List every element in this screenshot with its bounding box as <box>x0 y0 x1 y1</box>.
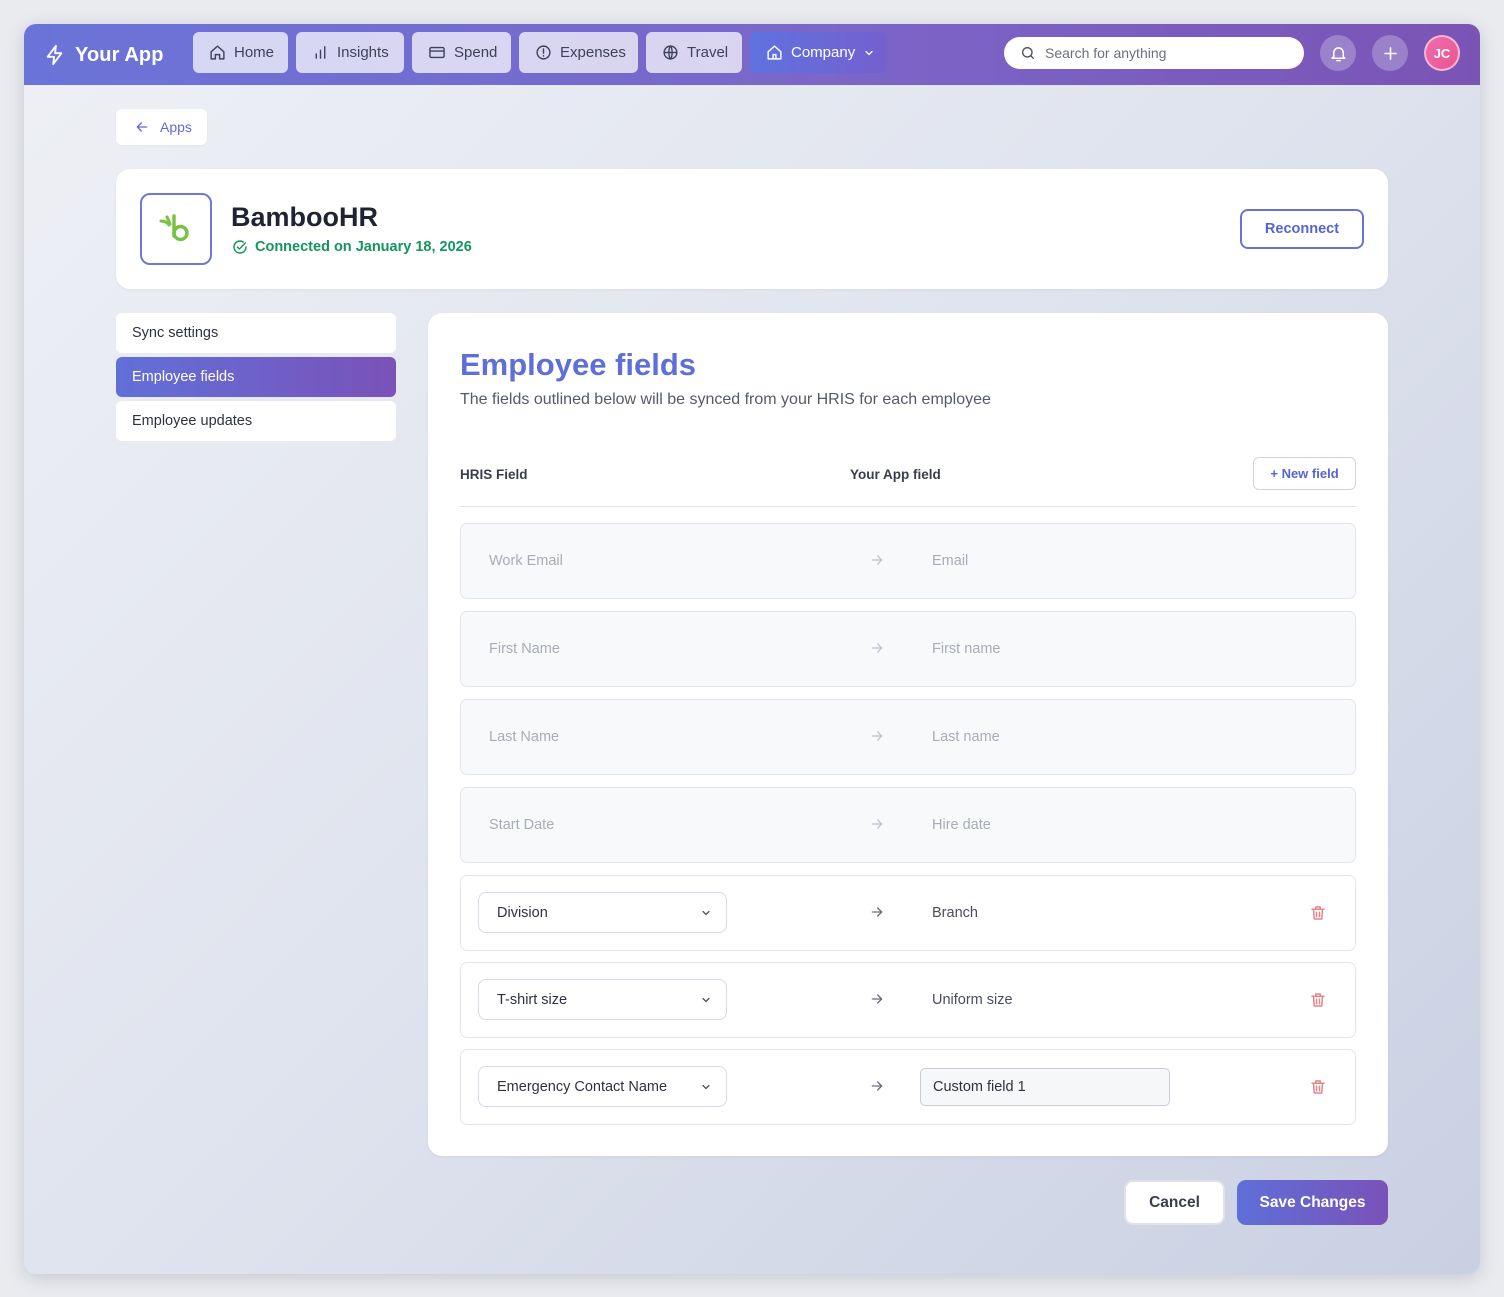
bolt-icon <box>46 44 63 66</box>
trash-icon[interactable] <box>1309 904 1327 922</box>
trash-icon[interactable] <box>1309 1078 1327 1096</box>
chevron-down-icon <box>702 1084 710 1090</box>
nav-travel-label: Travel <box>687 44 729 61</box>
field-mapping-row: Last Name Last name <box>460 699 1356 775</box>
cancel-button[interactable]: Cancel <box>1124 1180 1225 1225</box>
nav-spend-label: Spend <box>454 44 498 61</box>
arrow-right-icon <box>871 731 883 741</box>
chevron-down-icon <box>702 997 710 1003</box>
nav-spend-button[interactable]: Spend <box>412 32 511 73</box>
alert-circle-icon <box>536 45 551 60</box>
sidebar-item-employee-updates[interactable]: Employee updates <box>116 401 396 441</box>
user-avatar[interactable]: JC <box>1424 35 1460 71</box>
app-field-label: First name <box>932 641 1001 657</box>
home-icon <box>210 45 225 60</box>
hris-field-select-value: Division <box>497 904 548 921</box>
nav-home-button[interactable]: Home <box>193 32 288 73</box>
hris-field-label: First Name <box>489 641 560 657</box>
credit-card-icon <box>429 46 445 59</box>
plus-icon <box>1383 46 1397 60</box>
bar-chart-icon <box>315 46 326 59</box>
hris-field-select-value: Emergency Contact Name <box>497 1078 668 1095</box>
check-circle-icon <box>233 240 247 254</box>
app-field-input[interactable] <box>920 1068 1170 1106</box>
hris-field-select[interactable]: T-shirt size <box>478 979 727 1020</box>
column-header-app: Your App field <box>850 467 941 482</box>
arrow-right-icon <box>871 1081 883 1091</box>
nav-expenses-button[interactable]: Expenses <box>519 32 638 73</box>
app-field-label: Hire date <box>932 817 991 833</box>
save-changes-button[interactable]: Save Changes <box>1237 1180 1388 1225</box>
sidebar-item-sync-settings[interactable]: Sync settings <box>116 313 396 353</box>
header-divider <box>460 506 1356 507</box>
app-field-label: Uniform size <box>932 992 1013 1008</box>
hris-field-select[interactable]: Division <box>478 892 727 933</box>
back-label: Apps <box>160 119 192 135</box>
app-field-label: Branch <box>932 905 978 921</box>
arrow-left-icon <box>136 122 148 132</box>
field-mapping-row: Work Email Email <box>460 523 1356 599</box>
hris-field-label: Last Name <box>489 729 560 745</box>
bell-icon <box>1330 46 1346 61</box>
nav-travel-button[interactable]: Travel <box>646 32 742 73</box>
page-title: Employee fields <box>460 347 697 382</box>
top-navigation-bar: Your App Home Insights Spend Expenses Tr… <box>24 24 1480 85</box>
arrow-right-icon <box>871 994 883 1004</box>
app-title: Your App <box>75 43 164 66</box>
nav-home-label: Home <box>234 44 275 61</box>
create-button[interactable] <box>1372 35 1408 71</box>
nav-insights-label: Insights <box>337 44 389 61</box>
connection-status-text: Connected on January 18, 2026 <box>255 239 472 255</box>
back-to-apps-button[interactable]: Apps <box>116 109 207 145</box>
connection-status: Connected on January 18, 2026 <box>232 239 472 255</box>
hris-field-label: Work Email <box>489 553 563 569</box>
hris-field-select[interactable]: Emergency Contact Name <box>478 1066 727 1107</box>
bamboohr-logo-icon <box>159 214 189 242</box>
new-field-button[interactable]: + New field <box>1253 457 1356 490</box>
nav-company-label: Company <box>791 44 856 61</box>
search-icon <box>1021 47 1034 59</box>
app-field-label: Last name <box>932 729 1000 745</box>
arrow-right-icon <box>871 555 883 565</box>
arrow-right-icon <box>871 643 883 653</box>
notifications-button[interactable] <box>1320 35 1356 71</box>
sidebar-item-employee-fields[interactable]: Employee fields <box>116 357 396 397</box>
field-mapping-row: Emergency Contact Name <box>460 1049 1356 1125</box>
nav-expenses-label: Expenses <box>560 44 626 61</box>
integration-header-card: BambooHR Connected on January 18, 2026 R… <box>116 169 1388 289</box>
page-subtitle: The fields outlined below will be synced… <box>460 391 991 408</box>
chevron-down-icon <box>702 910 710 916</box>
field-mapping-row: Start Date Hire date <box>460 787 1356 863</box>
trash-icon[interactable] <box>1309 991 1327 1009</box>
field-mapping-row: Division Branch <box>460 875 1356 951</box>
field-mapping-row: First Name First name <box>460 611 1356 687</box>
bamboohr-logo <box>140 193 212 265</box>
chevron-down-icon <box>865 50 873 55</box>
column-header-hris: HRIS Field <box>460 467 528 482</box>
field-mapping-row: T-shirt size Uniform size <box>460 962 1356 1038</box>
reconnect-button[interactable]: Reconnect <box>1240 209 1364 249</box>
integration-name: BambooHR <box>231 202 378 232</box>
building-icon <box>767 45 782 60</box>
nav-insights-button[interactable]: Insights <box>296 32 404 73</box>
arrow-right-icon <box>871 819 883 829</box>
hris-field-label: Start Date <box>489 817 555 833</box>
brand[interactable]: Your App <box>44 40 164 70</box>
app-field-label: Email <box>932 553 969 569</box>
app-window: Your App Home Insights Spend Expenses Tr… <box>24 24 1480 1274</box>
arrow-right-icon <box>871 907 883 917</box>
search-placeholder: Search for anything <box>1045 45 1167 61</box>
employee-fields-card: Employee fields The fields outlined belo… <box>428 313 1388 1156</box>
globe-icon <box>663 45 678 60</box>
hris-field-select-value: T-shirt size <box>497 991 568 1008</box>
nav-company-button[interactable]: Company <box>750 32 886 73</box>
search-bar[interactable]: Search for anything <box>1004 37 1304 69</box>
